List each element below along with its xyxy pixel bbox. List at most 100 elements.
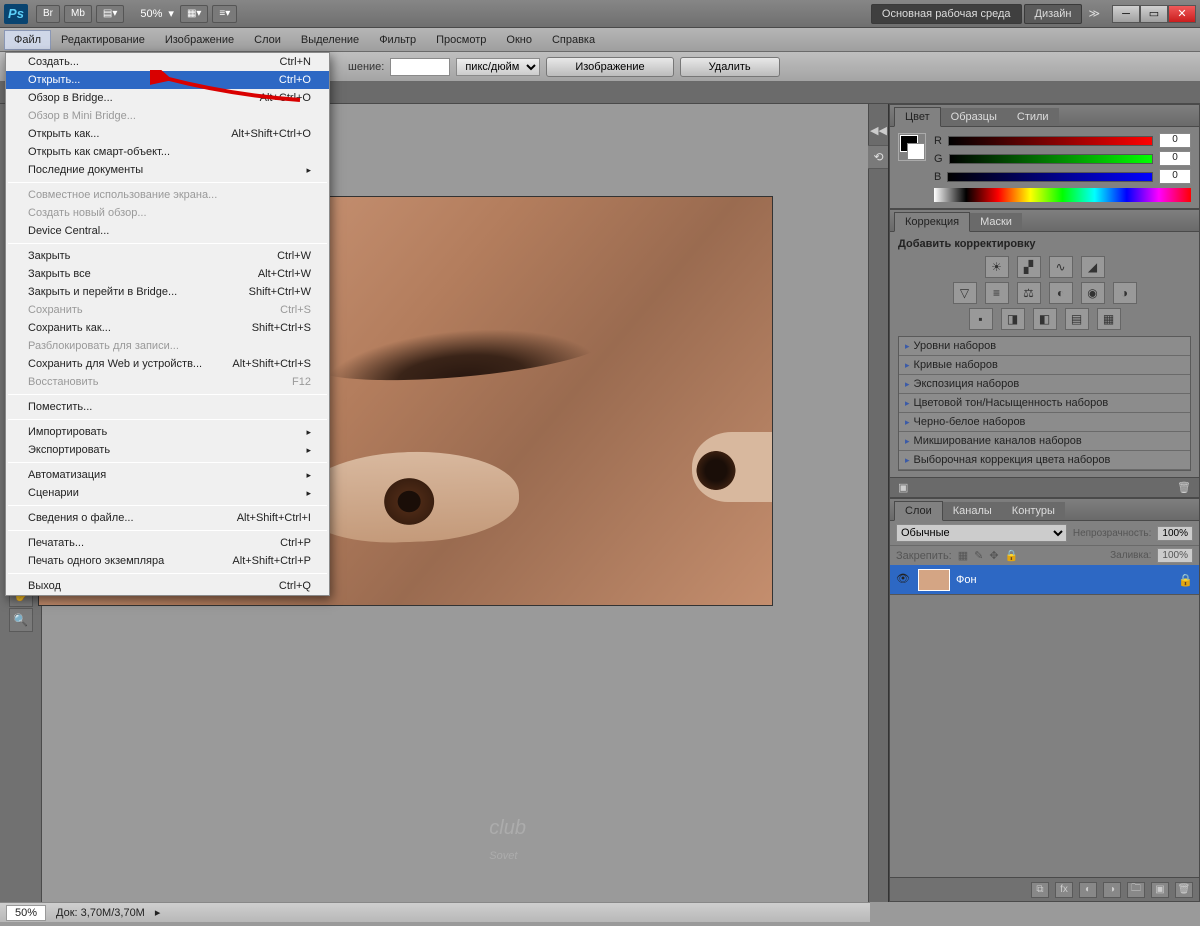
menu-item[interactable]: Последние документы — [6, 161, 329, 179]
menu-item[interactable]: Открыть как смарт-объект... — [6, 143, 329, 161]
hue-icon[interactable]: ≡ — [985, 282, 1009, 304]
zoom-tool[interactable]: 🔍 — [9, 608, 33, 632]
menu-изображение[interactable]: Изображение — [155, 30, 244, 50]
menu-item[interactable]: Сохранить как...Shift+Ctrl+S — [6, 319, 329, 337]
menu-item[interactable]: Печатать...Ctrl+P — [6, 534, 329, 552]
menu-item[interactable]: Печать одного экземпляраAlt+Shift+Ctrl+P — [6, 552, 329, 570]
menu-item[interactable]: Сохранить для Web и устройств...Alt+Shif… — [6, 355, 329, 373]
menu-слои[interactable]: Слои — [244, 30, 291, 50]
menu-выделение[interactable]: Выделение — [291, 30, 369, 50]
status-zoom[interactable]: 50% — [6, 905, 46, 921]
menu-item[interactable]: ЗакрытьCtrl+W — [6, 247, 329, 265]
lock-all-icon[interactable]: 🔒 — [1005, 549, 1019, 562]
layer-row[interactable]: 👁 Фон 🔒 — [890, 565, 1199, 595]
adjustment-preset[interactable]: Экспозиция наборов — [899, 375, 1190, 394]
group-icon[interactable]: 🗀 — [1127, 882, 1145, 898]
adj-foot-l-icon[interactable]: ▣ — [898, 481, 908, 494]
g-value[interactable]: 0 — [1159, 151, 1191, 166]
panel-tab[interactable]: Слои — [894, 501, 943, 521]
mixer-icon[interactable]: ◑ — [1113, 282, 1137, 304]
menu-item[interactable]: Обзор в Bridge...Alt+Ctrl+O — [6, 89, 329, 107]
zoom-level[interactable]: 50% — [140, 8, 162, 20]
minimize-button[interactable]: ─ — [1112, 5, 1140, 23]
color-swatches[interactable] — [898, 133, 926, 161]
menu-редактирование[interactable]: Редактирование — [51, 30, 155, 50]
brightness-icon[interactable]: ☀ — [985, 256, 1009, 278]
fill-value[interactable]: 100% — [1157, 548, 1193, 563]
fx-icon[interactable]: fx — [1055, 882, 1073, 898]
adj-foot-r-icon[interactable]: 🗑 — [1177, 481, 1191, 494]
lock-pixels-icon[interactable]: ▦ — [958, 549, 968, 562]
menu-item[interactable]: Закрыть и перейти в Bridge...Shift+Ctrl+… — [6, 283, 329, 301]
adjustment-preset[interactable]: Черно-белое наборов — [899, 413, 1190, 432]
lock-move-icon[interactable]: ✥ — [989, 549, 998, 562]
resolution-units[interactable]: пикс/дюйм — [456, 58, 540, 76]
background-swatch[interactable] — [907, 143, 925, 160]
front-image-button[interactable]: Изображение — [546, 57, 673, 77]
photo-filter-icon[interactable]: ◉ — [1081, 282, 1105, 304]
panel-tab[interactable]: Маски — [970, 213, 1022, 231]
menu-item[interactable]: Закрыть всеAlt+Ctrl+W — [6, 265, 329, 283]
menu-item[interactable]: Автоматизация — [6, 466, 329, 484]
menu-item[interactable]: Открыть как...Alt+Shift+Ctrl+O — [6, 125, 329, 143]
invert-icon[interactable]: ▪ — [969, 308, 993, 330]
adjustment-preset[interactable]: Кривые наборов — [899, 356, 1190, 375]
menu-item[interactable]: ВыходCtrl+Q — [6, 577, 329, 595]
screen-mode-button[interactable]: ▤▾ — [96, 5, 124, 23]
vibrance-icon[interactable]: ▽ — [953, 282, 977, 304]
exposure-icon[interactable]: ◢ — [1081, 256, 1105, 278]
selective-icon[interactable]: ▦ — [1097, 308, 1121, 330]
panel-tab[interactable]: Каналы — [943, 502, 1002, 520]
b-value[interactable]: 0 — [1159, 169, 1191, 184]
balance-icon[interactable]: ⚖ — [1017, 282, 1041, 304]
panel-tab[interactable]: Коррекция — [894, 212, 970, 232]
menu-файл[interactable]: Файл — [4, 30, 51, 50]
clear-button[interactable]: Удалить — [680, 57, 780, 77]
curves-icon[interactable]: ∿ — [1049, 256, 1073, 278]
new-layer-icon[interactable]: ▣ — [1151, 882, 1169, 898]
posterize-icon[interactable]: ◨ — [1001, 308, 1025, 330]
menu-item[interactable]: Поместить... — [6, 398, 329, 416]
menu-item[interactable]: Импортировать — [6, 423, 329, 441]
adjustment-preset[interactable]: Микширование каналов наборов — [899, 432, 1190, 451]
bw-icon[interactable]: ◐ — [1049, 282, 1073, 304]
lock-paint-icon[interactable]: ✎ — [974, 549, 983, 562]
status-more-icon[interactable]: ▸ — [155, 906, 161, 919]
visibility-icon[interactable]: 👁 — [896, 572, 912, 588]
menu-item[interactable]: Создать...Ctrl+N — [6, 53, 329, 71]
minibridge-button[interactable]: Mb — [64, 5, 92, 23]
arrange-button[interactable]: ▦▾ — [180, 5, 208, 23]
workspace-essentials[interactable]: Основная рабочая среда — [871, 4, 1022, 24]
history-icon[interactable]: ⟲ — [867, 145, 891, 169]
menu-item[interactable]: Экспортировать — [6, 441, 329, 459]
adjustment-preset[interactable]: Цветовой тон/Насыщенность наборов — [899, 394, 1190, 413]
panel-tab[interactable]: Цвет — [894, 107, 941, 127]
maximize-button[interactable]: ▭ — [1140, 5, 1168, 23]
adjustment-preset[interactable]: Уровни наборов — [899, 337, 1190, 356]
delete-layer-icon[interactable]: 🗑 — [1175, 882, 1193, 898]
layer-thumbnail[interactable] — [918, 569, 950, 591]
close-button[interactable]: ✕ — [1168, 5, 1196, 23]
menu-фильтр[interactable]: Фильтр — [369, 30, 426, 50]
workspace-more[interactable]: ≫ — [1084, 7, 1104, 20]
menu-item[interactable]: Сценарии — [6, 484, 329, 502]
levels-icon[interactable]: ▞ — [1017, 256, 1041, 278]
menu-просмотр[interactable]: Просмотр — [426, 30, 496, 50]
layer-name[interactable]: Фон — [956, 574, 1172, 586]
fill-layer-icon[interactable]: ◑ — [1103, 882, 1121, 898]
workspace-design[interactable]: Дизайн — [1024, 4, 1083, 24]
collapsed-panels[interactable]: ◀◀ ⟲ — [868, 104, 888, 902]
menu-окно[interactable]: Окно — [496, 30, 542, 50]
panel-tab[interactable]: Контуры — [1002, 502, 1065, 520]
adjustment-preset[interactable]: Выборочная коррекция цвета наборов — [899, 451, 1190, 470]
resolution-input[interactable] — [390, 58, 450, 76]
bridge-button[interactable]: Br — [36, 5, 60, 23]
hue-ramp[interactable] — [934, 188, 1191, 202]
g-slider[interactable] — [949, 154, 1153, 164]
menu-item[interactable]: Device Central... — [6, 222, 329, 240]
r-slider[interactable] — [948, 136, 1153, 146]
threshold-icon[interactable]: ◧ — [1033, 308, 1057, 330]
gradient-map-icon[interactable]: ▤ — [1065, 308, 1089, 330]
menu-item[interactable]: Сведения о файле...Alt+Shift+Ctrl+I — [6, 509, 329, 527]
menu-item[interactable]: Открыть...Ctrl+O — [6, 71, 329, 89]
